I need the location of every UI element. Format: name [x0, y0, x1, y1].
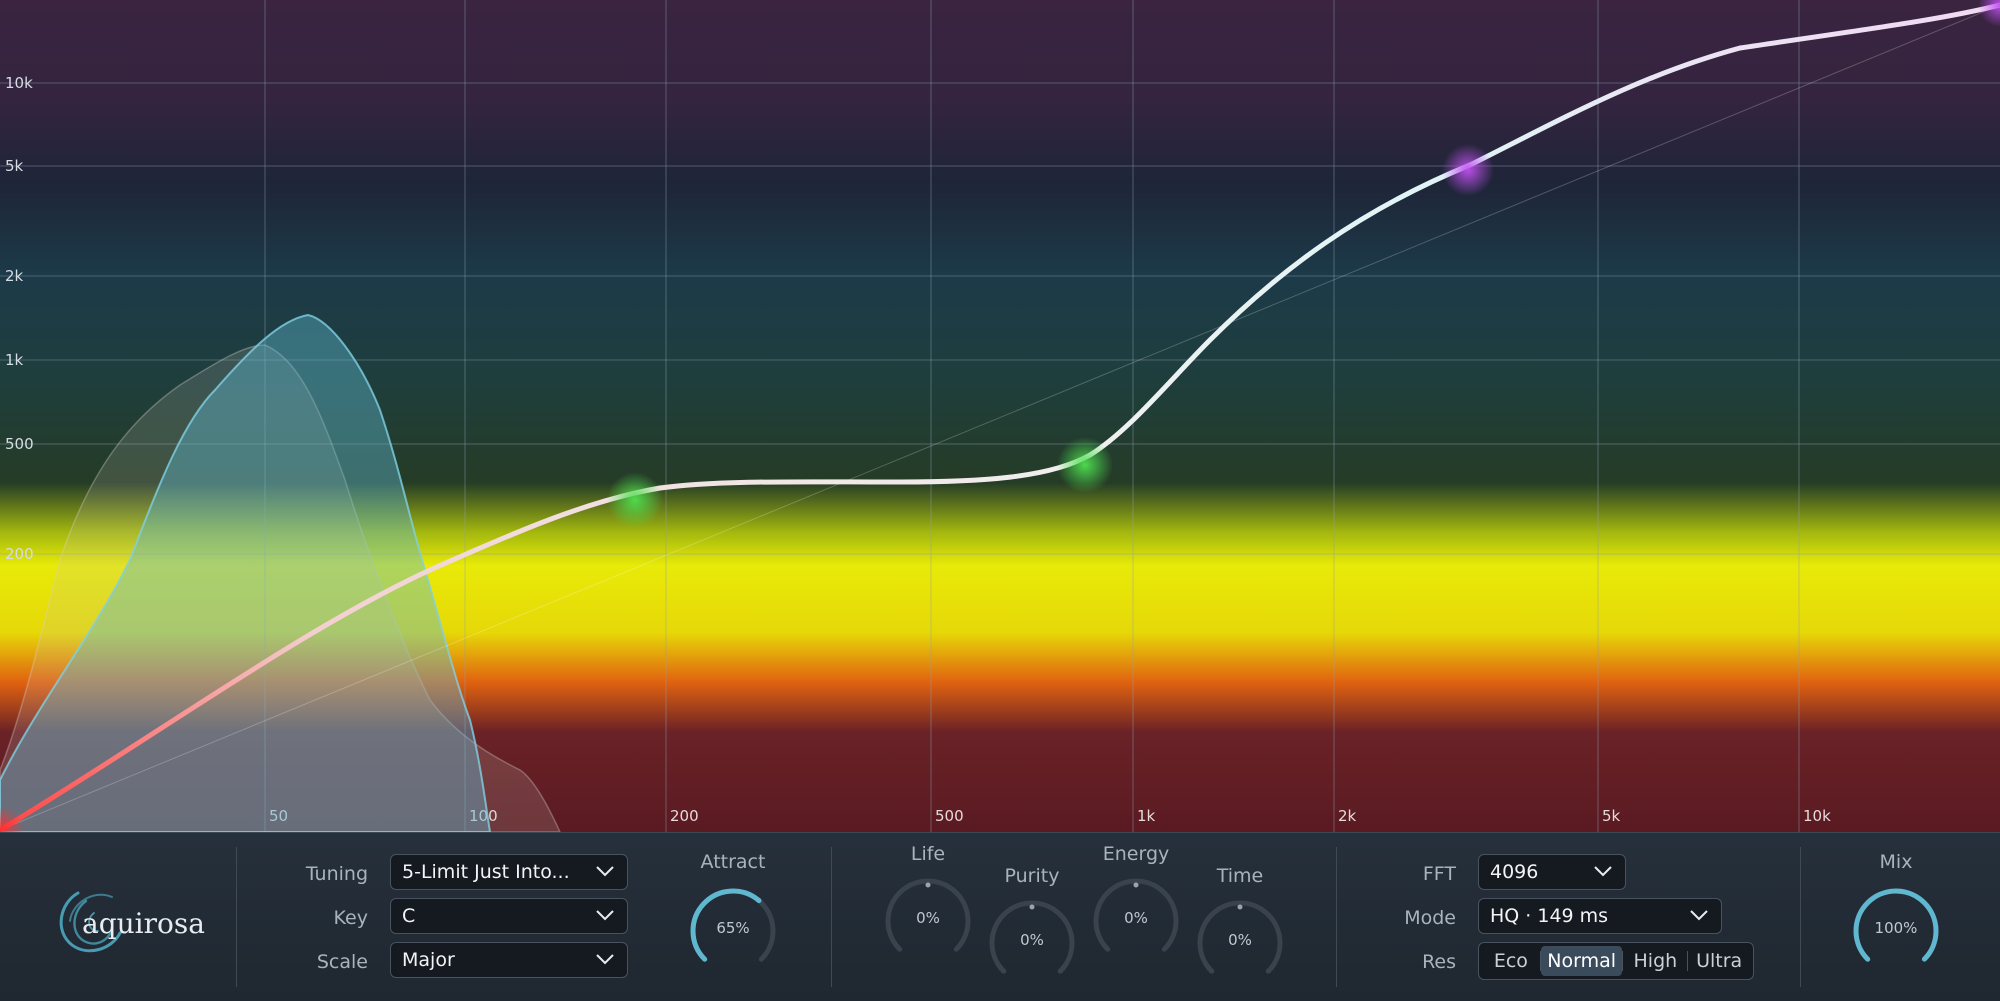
attract-knob[interactable]: 65%: [685, 883, 781, 979]
divider-1: [236, 847, 237, 987]
chevron-down-icon: [1594, 866, 1612, 877]
chevron-down-icon: [596, 866, 614, 877]
knob-pointer: [1133, 882, 1139, 888]
attract-value: 65%: [716, 919, 750, 937]
mode-value: HQ · 149 ms: [1490, 905, 1609, 927]
res-option-normal[interactable]: Normal: [1540, 946, 1623, 976]
tuning-node-purple[interactable]: [1442, 144, 1494, 196]
chevron-down-icon: [596, 954, 614, 965]
scale-value: Major: [402, 949, 455, 971]
y-label-200: 200: [5, 545, 34, 563]
y-label-10k: 10k: [5, 74, 33, 92]
time-value: 0%: [1228, 931, 1252, 949]
knob-pointer: [1029, 904, 1035, 910]
knob-pointer: [925, 882, 931, 888]
key-value: C: [402, 905, 416, 927]
time-label: Time: [1216, 865, 1264, 887]
resolution-selector: Eco Normal High Ultra: [1478, 942, 1754, 980]
life-knob[interactable]: 0%: [880, 873, 976, 969]
scale-dropdown[interactable]: Major: [390, 942, 628, 978]
divider-2: [831, 847, 832, 987]
divider-4: [1800, 847, 1801, 987]
tuning-node-green-1[interactable]: [607, 472, 663, 528]
aquirosa-logo: aquirosa: [59, 891, 205, 953]
energy-knob[interactable]: 0%: [1088, 873, 1184, 969]
fft-dropdown[interactable]: 4096: [1478, 854, 1626, 890]
mix-knob[interactable]: 100%: [1848, 883, 1944, 979]
x-label-1k: 1k: [1137, 807, 1156, 825]
purity-knob[interactable]: 0%: [984, 895, 1080, 991]
purity-value: 0%: [1020, 931, 1044, 949]
res-option-ultra[interactable]: Ultra: [1688, 946, 1750, 976]
fft-label: FFT: [1422, 863, 1456, 885]
key-dropdown[interactable]: C: [390, 898, 628, 934]
tuning-value: 5-Limit Just Into...: [402, 861, 570, 883]
tuning-label: Tuning: [305, 863, 368, 885]
spectrum-visualizer[interactable]: 10k 5k 2k 1k 500 200 50 100 200 500 1k 2…: [0, 0, 2000, 832]
y-label-5k: 5k: [5, 157, 24, 175]
y-label-500: 500: [5, 435, 34, 453]
life-label: Life: [910, 843, 946, 865]
life-value: 0%: [916, 909, 940, 927]
control-panel: aquirosa Tuning 5-Limit Just Into... Key…: [0, 832, 2000, 1001]
attract-label: Attract: [700, 851, 766, 873]
scale-label: Scale: [316, 951, 368, 973]
x-label-200: 200: [670, 807, 699, 825]
x-label-2k: 2k: [1338, 807, 1357, 825]
tuning-dropdown[interactable]: 5-Limit Just Into...: [390, 854, 628, 890]
time-knob[interactable]: 0%: [1192, 895, 1288, 991]
brand-name: aquirosa: [82, 907, 205, 940]
key-label: Key: [333, 907, 368, 929]
energy-value: 0%: [1124, 909, 1148, 927]
x-label-500: 500: [935, 807, 964, 825]
x-label-5k: 5k: [1602, 807, 1621, 825]
purity-label: Purity: [1004, 865, 1060, 887]
res-option-high[interactable]: High: [1623, 946, 1687, 976]
tuning-node-green-2[interactable]: [1057, 437, 1113, 493]
chevron-down-icon: [1690, 910, 1708, 921]
knob-pointer: [1237, 904, 1243, 910]
x-label-10k: 10k: [1803, 807, 1831, 825]
res-option-eco[interactable]: Eco: [1482, 946, 1540, 976]
plugin-window: 10k 5k 2k 1k 500 200 50 100 200 500 1k 2…: [0, 0, 2000, 1001]
mode-dropdown[interactable]: HQ · 149 ms: [1478, 898, 1722, 934]
mode-label: Mode: [1404, 907, 1456, 929]
fft-value: 4096: [1490, 861, 1539, 883]
mix-value: 100%: [1874, 919, 1918, 937]
y-label-1k: 1k: [5, 351, 24, 369]
chevron-down-icon: [596, 910, 614, 921]
res-label: Res: [1422, 951, 1456, 973]
mix-label: Mix: [1879, 851, 1913, 873]
energy-label: Energy: [1102, 843, 1170, 865]
y-label-2k: 2k: [5, 267, 24, 285]
